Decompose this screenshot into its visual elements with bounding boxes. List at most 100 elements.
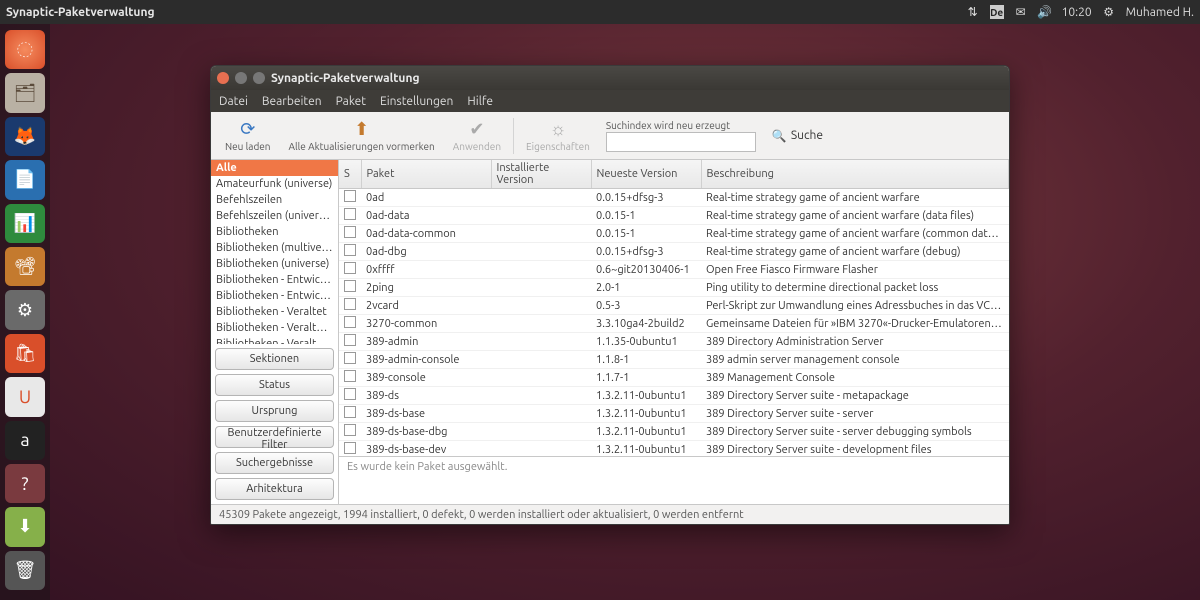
package-row[interactable]: 0ad-dbg0.0.15+dfsg-3Real-time strategy g… — [339, 243, 1009, 261]
launcher-trash[interactable]: 🗑 — [5, 551, 45, 590]
package-row[interactable]: 389-admin1.1.35-0ubuntu1389 Directory Ad… — [339, 333, 1009, 351]
menu-file[interactable]: Datei — [219, 95, 248, 108]
status-checkbox[interactable] — [344, 244, 356, 256]
status-checkbox[interactable] — [344, 298, 356, 310]
category-list[interactable]: AlleAmateurfunk (universe)BefehlszeilenB… — [211, 160, 338, 344]
launcher-amazon[interactable]: a — [5, 421, 45, 460]
menu-package[interactable]: Paket — [336, 95, 366, 108]
package-row[interactable]: 3270-common3.3.10ga4-2build2Gemeinsame D… — [339, 315, 1009, 333]
launcher-impress[interactable]: 📽 — [5, 247, 45, 286]
sidebar-filter-button[interactable]: Arhitektura — [215, 478, 334, 500]
package-row[interactable]: 389-admin-console1.1.8-1389 admin server… — [339, 351, 1009, 369]
category-item[interactable]: Bibliotheken - Veraltet (multiverse) — [211, 320, 338, 336]
status-checkbox[interactable] — [344, 334, 356, 346]
window-titlebar[interactable]: Synaptic-Paketverwaltung — [211, 66, 1009, 90]
status-checkbox[interactable] — [344, 226, 356, 238]
cell-installed — [491, 243, 591, 261]
launcher-ubuntuone[interactable]: U — [5, 377, 45, 416]
cell-newest: 0.0.15-1 — [591, 207, 701, 225]
launcher-software[interactable]: 🛍 — [5, 334, 45, 373]
network-icon[interactable]: ⇅ — [966, 5, 980, 19]
package-table[interactable]: SPaketInstallierte VersionNeueste Versio… — [339, 160, 1009, 456]
launcher-files[interactable]: 🗂 — [5, 73, 45, 112]
keyboard-layout-indicator[interactable]: De — [990, 5, 1004, 19]
window-minimize-button[interactable] — [235, 72, 247, 84]
status-checkbox[interactable] — [344, 388, 356, 400]
package-row[interactable]: 389-ds-base-dbg1.3.2.11-0ubuntu1389 Dire… — [339, 423, 1009, 441]
toolbar-reload[interactable]: ⟳ Neu laden — [217, 117, 279, 154]
category-item[interactable]: Alle — [211, 160, 338, 176]
category-item[interactable]: Bibliotheken — [211, 224, 338, 240]
category-item[interactable]: Befehlszeilen (universe) — [211, 208, 338, 224]
sidebar-filter-button[interactable]: Benutzerdefinierte Filter — [215, 426, 334, 448]
toolbar-properties: ☼ Eigenschaften — [518, 117, 598, 154]
status-checkbox[interactable] — [344, 208, 356, 220]
status-checkbox[interactable] — [344, 190, 356, 202]
cell-package: 389-ds-base-dbg — [361, 423, 491, 441]
cell-description: Real-time strategy game of ancient warfa… — [701, 207, 1009, 225]
column-header[interactable]: S — [339, 160, 361, 189]
package-row[interactable]: 389-ds-base1.3.2.11-0ubuntu1389 Director… — [339, 405, 1009, 423]
column-header[interactable]: Neueste Version — [591, 160, 701, 189]
gear-icon[interactable]: ⚙ — [1102, 5, 1116, 19]
status-checkbox[interactable] — [344, 316, 356, 328]
sidebar-filter-button[interactable]: Sektionen — [215, 348, 334, 370]
volume-icon[interactable]: 🔊 — [1038, 5, 1052, 19]
column-header[interactable]: Installierte Version — [491, 160, 591, 189]
clock[interactable]: 10:20 — [1062, 6, 1092, 19]
column-header[interactable]: Beschreibung — [701, 160, 1009, 189]
user-name[interactable]: Muhamed H. — [1126, 6, 1194, 19]
toolbar-mark-all[interactable]: ⬆ Alle Aktualisierungen vormerken — [281, 117, 443, 154]
window-close-button[interactable] — [217, 72, 229, 84]
sidebar-filter-button[interactable]: Suchergebnisse — [215, 452, 334, 474]
menu-edit[interactable]: Bearbeiten — [262, 95, 322, 108]
category-item[interactable]: Bibliotheken (universe) — [211, 256, 338, 272]
launcher-updates[interactable]: ⬇ — [5, 507, 45, 546]
status-checkbox[interactable] — [344, 370, 356, 382]
status-checkbox[interactable] — [344, 442, 356, 454]
package-row[interactable]: 2ping2.0-1Ping utility to determine dire… — [339, 279, 1009, 297]
launcher-calc[interactable]: 📊 — [5, 204, 45, 243]
toolbar-apply: ✔ Anwenden — [445, 117, 509, 154]
column-header[interactable]: Paket — [361, 160, 491, 189]
sidebar-filter-button[interactable]: Ursprung — [215, 400, 334, 422]
package-row[interactable]: 389-ds1.3.2.11-0ubuntu1389 Directory Ser… — [339, 387, 1009, 405]
package-row[interactable]: 0ad-data-common0.0.15-1Real-time strateg… — [339, 225, 1009, 243]
category-item[interactable]: Bibliotheken - Veraltet — [211, 304, 338, 320]
menu-settings[interactable]: Einstellungen — [380, 95, 453, 108]
sidebar-filter-button[interactable]: Status — [215, 374, 334, 396]
category-item[interactable]: Bibliotheken (multiverse) — [211, 240, 338, 256]
package-row[interactable]: 0xffff0.6~git20130406-1Open Free Fiasco … — [339, 261, 1009, 279]
cell-package: 0ad — [361, 189, 491, 207]
package-row[interactable]: 0ad-data0.0.15-1Real-time strategy game … — [339, 207, 1009, 225]
category-item[interactable]: Bibliotheken - Entwicklung — [211, 272, 338, 288]
category-item[interactable]: Bibliotheken - Veraltet (universe) — [211, 336, 338, 344]
toolbar-search[interactable]: 🔍 Suche — [772, 129, 823, 143]
package-row[interactable]: 389-console1.1.7-1389 Management Console — [339, 369, 1009, 387]
launcher-dash[interactable]: ◌ — [5, 30, 45, 69]
launcher-settings[interactable]: ⚙ — [5, 290, 45, 329]
detail-pane: Es wurde kein Paket ausgewählt. — [339, 456, 1009, 504]
cell-installed — [491, 351, 591, 369]
launcher-firefox[interactable]: 🦊 — [5, 117, 45, 156]
launcher-help[interactable]: ? — [5, 464, 45, 503]
category-item[interactable]: Befehlszeilen — [211, 192, 338, 208]
category-item[interactable]: Amateurfunk (universe) — [211, 176, 338, 192]
package-row[interactable]: 0ad0.0.15+dfsg-3Real-time strategy game … — [339, 189, 1009, 207]
status-checkbox[interactable] — [344, 280, 356, 292]
status-checkbox[interactable] — [344, 352, 356, 364]
menu-help[interactable]: Hilfe — [467, 95, 493, 108]
package-row[interactable]: 2vcard0.5-3Perl-Skript zur Umwandlung ei… — [339, 297, 1009, 315]
mail-icon[interactable]: ✉ — [1014, 5, 1028, 19]
package-row[interactable]: 389-ds-base-dev1.3.2.11-0ubuntu1389 Dire… — [339, 441, 1009, 457]
status-checkbox[interactable] — [344, 262, 356, 274]
cell-description: 389 Directory Server suite - server — [701, 405, 1009, 423]
cell-newest: 3.3.10ga4-2build2 — [591, 315, 701, 333]
window-maximize-button[interactable] — [253, 72, 265, 84]
status-checkbox[interactable] — [344, 406, 356, 418]
quick-filter-input[interactable] — [606, 132, 756, 152]
category-item[interactable]: Bibliotheken - Entwicklung (universe) — [211, 288, 338, 304]
status-checkbox[interactable] — [344, 424, 356, 436]
launcher-writer[interactable]: 📄 — [5, 160, 45, 199]
cell-installed — [491, 423, 591, 441]
